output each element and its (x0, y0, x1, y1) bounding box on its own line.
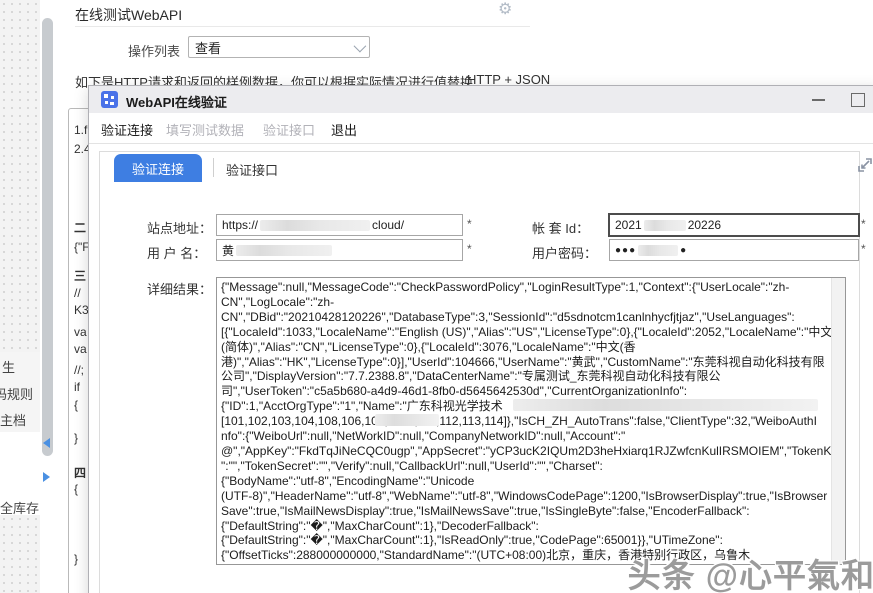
settings-gear-icon[interactable]: ⚙ (498, 2, 512, 18)
code-fragment: va (74, 325, 87, 339)
sidebar-item-fragment[interactable]: 码规则 (0, 384, 33, 403)
code-fragment: 三 (74, 267, 86, 284)
password-dots: ●●● (615, 245, 636, 256)
code-fragment: { (74, 482, 78, 496)
code-fragment: { (74, 398, 78, 412)
title-divider (75, 26, 530, 27)
collapse-left-icon[interactable] (43, 438, 50, 448)
account-id-label: 帐 套 Id： (532, 218, 589, 237)
expand-panel-icon[interactable] (856, 156, 873, 174)
redacted-blur (236, 245, 332, 256)
operation-select[interactable]: 查看 (188, 36, 370, 58)
dialog-menubar: 验证连接 填写测试数据 验证接口 退出 (89, 113, 873, 144)
page-scrollbar[interactable] (42, 18, 53, 456)
page-title: 在线测试WebAPI (75, 5, 182, 25)
username-label: 用 户 名： (147, 243, 206, 262)
tab-verify-connection[interactable]: 验证连接 (114, 154, 202, 182)
redacted-blur (375, 414, 439, 426)
dialog-app-icon (101, 91, 118, 108)
sidebar-item-fragment[interactable]: 全库存 (0, 498, 39, 517)
redacted-blur (638, 245, 678, 256)
operation-select-value: 查看 (195, 38, 221, 57)
tab-divider (213, 158, 214, 177)
menu-item-exit[interactable]: 退出 (331, 120, 357, 139)
menu-item-verify-interface[interactable]: 验证接口 (263, 120, 315, 139)
result-label: 详细结果： (147, 279, 212, 298)
username-input[interactable]: 黄 (216, 239, 463, 261)
operation-list-label: 操作列表 (128, 41, 180, 60)
code-fragment: K3 (74, 303, 89, 317)
sidebar-item-fragment[interactable]: 生 (2, 357, 15, 376)
webapi-verify-dialog: WebAPI在线验证 验证连接 填写测试数据 验证接口 退出 验证连接 验证接口… (88, 85, 873, 593)
left-texture-strip (0, 0, 40, 352)
dialog-title: WebAPI在线验证 (126, 92, 227, 111)
code-fragment: va (74, 342, 87, 356)
required-asterisk: * (467, 217, 472, 231)
expand-right-icon[interactable] (43, 472, 50, 482)
result-json-text: {"Message":null,"MessageCode":"CheckPass… (217, 278, 833, 564)
site-address-label: 站点地址： (147, 218, 212, 237)
code-fragment: //; (74, 363, 84, 377)
menu-item-fill-test-data[interactable]: 填写测试数据 (166, 120, 244, 139)
result-textarea[interactable]: {"Message":null,"MessageCode":"CheckPass… (216, 277, 846, 565)
required-asterisk: * (861, 242, 866, 256)
account-id-value-suffix: 20226 (688, 218, 721, 232)
redacted-blur (513, 399, 818, 411)
redacted-blur (260, 220, 370, 231)
required-asterisk: * (467, 242, 472, 256)
site-address-value-suffix: cloud/ (372, 218, 404, 232)
code-fragment: // (74, 286, 81, 300)
left-texture-strip-bottom (0, 515, 40, 593)
code-fragment: 二 (74, 219, 86, 236)
account-id-value-prefix: 2021 (615, 218, 642, 232)
code-fragment: 四 (74, 464, 86, 481)
site-address-input[interactable]: https:// cloud/ (216, 214, 463, 236)
password-input[interactable]: ●●● ● (609, 239, 859, 261)
dialog-titlebar[interactable]: WebAPI在线验证 (89, 86, 873, 114)
code-fragment: 1.f (74, 123, 87, 137)
account-id-input[interactable]: 2021 20226 (609, 214, 859, 236)
sidebar-item-fragment[interactable]: 主档 (0, 410, 26, 429)
required-asterisk: * (861, 217, 866, 231)
tab-verify-interface[interactable]: 验证接口 (226, 160, 278, 179)
minimize-button[interactable] (812, 99, 825, 101)
password-dot: ● (680, 245, 687, 256)
menu-item-verify-connection[interactable]: 验证连接 (101, 120, 153, 139)
code-fragment: } (74, 552, 78, 566)
maximize-button[interactable] (851, 93, 865, 107)
code-fragment: if (74, 380, 80, 394)
site-address-value-prefix: https:// (222, 218, 258, 232)
screen: 生 码规则 主档 全库存 在线测试WebAPI ⚙ 操作列表 查看 如下是HTT… (0, 0, 873, 593)
watermark: 头条 @心平氣和 (628, 549, 873, 593)
password-label: 用户密码： (532, 243, 597, 262)
code-fragment: } (74, 431, 78, 445)
chevron-down-icon (354, 39, 367, 52)
result-textarea-scrollbar[interactable] (831, 278, 845, 564)
username-value: 黄 (222, 242, 234, 259)
redacted-blur (644, 220, 686, 231)
